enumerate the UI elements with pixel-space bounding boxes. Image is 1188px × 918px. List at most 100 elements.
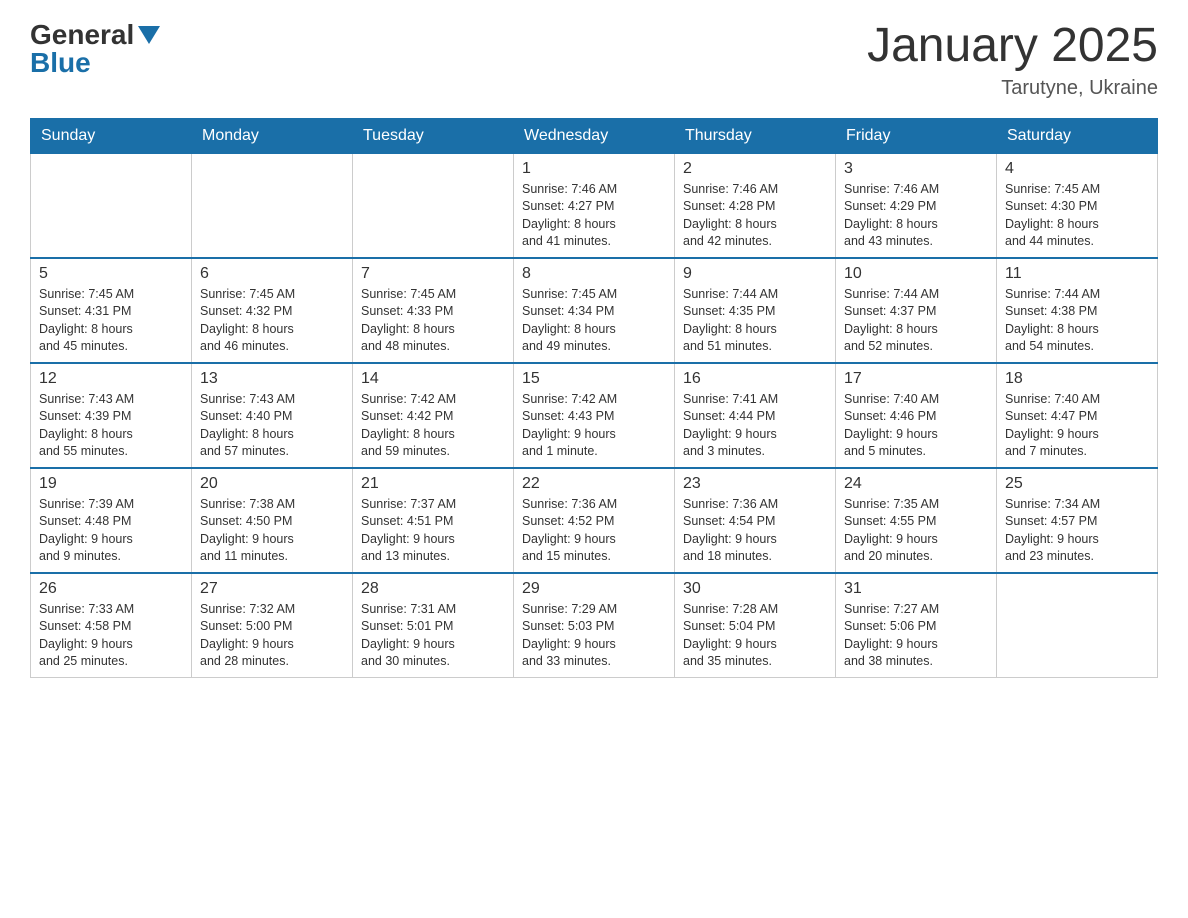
day-cell: 6 Sunrise: 7:45 AM Sunset: 4:32 PM Daylig… [192, 258, 353, 363]
header-cell-tuesday: Tuesday [353, 118, 514, 153]
logo-triangle-icon [138, 22, 160, 44]
day-number: 18 [1005, 370, 1149, 388]
week-row-4: 19 Sunrise: 7:39 AM Sunset: 4:48 PM Dayli… [31, 468, 1158, 573]
day-number: 31 [844, 580, 988, 598]
day-cell: 1 Sunrise: 7:46 AM Sunset: 4:27 PM Daylig… [514, 153, 675, 258]
day-cell [997, 573, 1158, 678]
header-cell-saturday: Saturday [997, 118, 1158, 153]
day-cell: 10 Sunrise: 7:44 AM Sunset: 4:37 PM Dayli… [836, 258, 997, 363]
day-info: Sunrise: 7:40 AM Sunset: 4:47 PM Dayligh… [1005, 391, 1149, 461]
header-row: SundayMondayTuesdayWednesdayThursdayFrid… [31, 118, 1158, 153]
day-info: Sunrise: 7:43 AM Sunset: 4:40 PM Dayligh… [200, 391, 344, 461]
day-info: Sunrise: 7:27 AM Sunset: 5:06 PM Dayligh… [844, 601, 988, 671]
day-cell [353, 153, 514, 258]
day-info: Sunrise: 7:41 AM Sunset: 4:44 PM Dayligh… [683, 391, 827, 461]
day-cell: 29 Sunrise: 7:29 AM Sunset: 5:03 PM Dayli… [514, 573, 675, 678]
day-cell: 5 Sunrise: 7:45 AM Sunset: 4:31 PM Daylig… [31, 258, 192, 363]
day-number: 22 [522, 475, 666, 493]
location-title: Tarutyne, Ukraine [867, 77, 1158, 100]
day-number: 24 [844, 475, 988, 493]
day-number: 29 [522, 580, 666, 598]
day-number: 5 [39, 265, 183, 283]
day-number: 6 [200, 265, 344, 283]
day-number: 25 [1005, 475, 1149, 493]
day-info: Sunrise: 7:36 AM Sunset: 4:52 PM Dayligh… [522, 496, 666, 566]
day-info: Sunrise: 7:45 AM Sunset: 4:31 PM Dayligh… [39, 286, 183, 356]
day-cell: 2 Sunrise: 7:46 AM Sunset: 4:28 PM Daylig… [675, 153, 836, 258]
day-info: Sunrise: 7:45 AM Sunset: 4:32 PM Dayligh… [200, 286, 344, 356]
day-cell [192, 153, 353, 258]
day-number: 21 [361, 475, 505, 493]
day-cell: 21 Sunrise: 7:37 AM Sunset: 4:51 PM Dayli… [353, 468, 514, 573]
header-cell-thursday: Thursday [675, 118, 836, 153]
day-info: Sunrise: 7:46 AM Sunset: 4:29 PM Dayligh… [844, 181, 988, 251]
day-info: Sunrise: 7:44 AM Sunset: 4:38 PM Dayligh… [1005, 286, 1149, 356]
day-cell: 28Sunrise: 7:31 AM Sunset: 5:01 PM Dayli… [353, 573, 514, 678]
day-info: Sunrise: 7:35 AM Sunset: 4:55 PM Dayligh… [844, 496, 988, 566]
day-info: Sunrise: 7:34 AM Sunset: 4:57 PM Dayligh… [1005, 496, 1149, 566]
day-number: 1 [522, 160, 666, 178]
day-number: 27 [200, 580, 344, 598]
day-cell: 25 Sunrise: 7:34 AM Sunset: 4:57 PM Dayli… [997, 468, 1158, 573]
day-info: Sunrise: 7:38 AM Sunset: 4:50 PM Dayligh… [200, 496, 344, 566]
day-cell: 14Sunrise: 7:42 AM Sunset: 4:42 PM Dayli… [353, 363, 514, 468]
day-cell: 15 Sunrise: 7:42 AM Sunset: 4:43 PM Dayli… [514, 363, 675, 468]
logo-general-text: General [30, 21, 134, 49]
day-info: Sunrise: 7:33 AM Sunset: 4:58 PM Dayligh… [39, 601, 183, 671]
day-cell: 8Sunrise: 7:45 AM Sunset: 4:34 PM Daylig… [514, 258, 675, 363]
day-number: 10 [844, 265, 988, 283]
day-info: Sunrise: 7:46 AM Sunset: 4:28 PM Dayligh… [683, 181, 827, 251]
month-title: January 2025 [867, 20, 1158, 73]
day-cell: 16 Sunrise: 7:41 AM Sunset: 4:44 PM Dayli… [675, 363, 836, 468]
day-info: Sunrise: 7:45 AM Sunset: 4:34 PM Dayligh… [522, 286, 666, 356]
day-info: Sunrise: 7:46 AM Sunset: 4:27 PM Dayligh… [522, 181, 666, 251]
day-info: Sunrise: 7:44 AM Sunset: 4:37 PM Dayligh… [844, 286, 988, 356]
week-row-1: 1 Sunrise: 7:46 AM Sunset: 4:27 PM Daylig… [31, 153, 1158, 258]
day-cell: 7Sunrise: 7:45 AM Sunset: 4:33 PM Daylig… [353, 258, 514, 363]
day-info: Sunrise: 7:39 AM Sunset: 4:48 PM Dayligh… [39, 496, 183, 566]
day-number: 4 [1005, 160, 1149, 178]
week-row-5: 26 Sunrise: 7:33 AM Sunset: 4:58 PM Dayli… [31, 573, 1158, 678]
day-info: Sunrise: 7:29 AM Sunset: 5:03 PM Dayligh… [522, 601, 666, 671]
day-number: 23 [683, 475, 827, 493]
week-row-3: 12Sunrise: 7:43 AM Sunset: 4:39 PM Dayli… [31, 363, 1158, 468]
day-info: Sunrise: 7:37 AM Sunset: 4:51 PM Dayligh… [361, 496, 505, 566]
day-cell: 31 Sunrise: 7:27 AM Sunset: 5:06 PM Dayli… [836, 573, 997, 678]
day-number: 2 [683, 160, 827, 178]
day-number: 20 [200, 475, 344, 493]
day-cell: 18 Sunrise: 7:40 AM Sunset: 4:47 PM Dayli… [997, 363, 1158, 468]
day-cell: 27 Sunrise: 7:32 AM Sunset: 5:00 PM Dayli… [192, 573, 353, 678]
day-cell: 4Sunrise: 7:45 AM Sunset: 4:30 PM Daylig… [997, 153, 1158, 258]
day-info: Sunrise: 7:42 AM Sunset: 4:42 PM Dayligh… [361, 391, 505, 461]
day-cell: 11Sunrise: 7:44 AM Sunset: 4:38 PM Dayli… [997, 258, 1158, 363]
day-cell: 24 Sunrise: 7:35 AM Sunset: 4:55 PM Dayli… [836, 468, 997, 573]
day-info: Sunrise: 7:28 AM Sunset: 5:04 PM Dayligh… [683, 601, 827, 671]
day-cell: 30Sunrise: 7:28 AM Sunset: 5:04 PM Dayli… [675, 573, 836, 678]
day-cell: 13 Sunrise: 7:43 AM Sunset: 4:40 PM Dayli… [192, 363, 353, 468]
day-cell: 3Sunrise: 7:46 AM Sunset: 4:29 PM Daylig… [836, 153, 997, 258]
day-cell: 23 Sunrise: 7:36 AM Sunset: 4:54 PM Dayli… [675, 468, 836, 573]
day-info: Sunrise: 7:43 AM Sunset: 4:39 PM Dayligh… [39, 391, 183, 461]
day-number: 26 [39, 580, 183, 598]
day-number: 28 [361, 580, 505, 598]
day-info: Sunrise: 7:40 AM Sunset: 4:46 PM Dayligh… [844, 391, 988, 461]
day-cell: 19 Sunrise: 7:39 AM Sunset: 4:48 PM Dayli… [31, 468, 192, 573]
week-row-2: 5 Sunrise: 7:45 AM Sunset: 4:31 PM Daylig… [31, 258, 1158, 363]
header-cell-wednesday: Wednesday [514, 118, 675, 153]
day-info: Sunrise: 7:32 AM Sunset: 5:00 PM Dayligh… [200, 601, 344, 671]
day-number: 13 [200, 370, 344, 388]
day-number: 17 [844, 370, 988, 388]
day-info: Sunrise: 7:42 AM Sunset: 4:43 PM Dayligh… [522, 391, 666, 461]
day-cell [31, 153, 192, 258]
day-info: Sunrise: 7:36 AM Sunset: 4:54 PM Dayligh… [683, 496, 827, 566]
day-cell: 9Sunrise: 7:44 AM Sunset: 4:35 PM Daylig… [675, 258, 836, 363]
day-number: 15 [522, 370, 666, 388]
title-area: January 2025 Tarutyne, Ukraine [867, 20, 1158, 100]
day-cell: 22 Sunrise: 7:36 AM Sunset: 4:52 PM Dayli… [514, 468, 675, 573]
day-number: 16 [683, 370, 827, 388]
header-cell-monday: Monday [192, 118, 353, 153]
day-number: 9 [683, 265, 827, 283]
day-number: 7 [361, 265, 505, 283]
day-cell: 20 Sunrise: 7:38 AM Sunset: 4:50 PM Dayli… [192, 468, 353, 573]
day-number: 19 [39, 475, 183, 493]
